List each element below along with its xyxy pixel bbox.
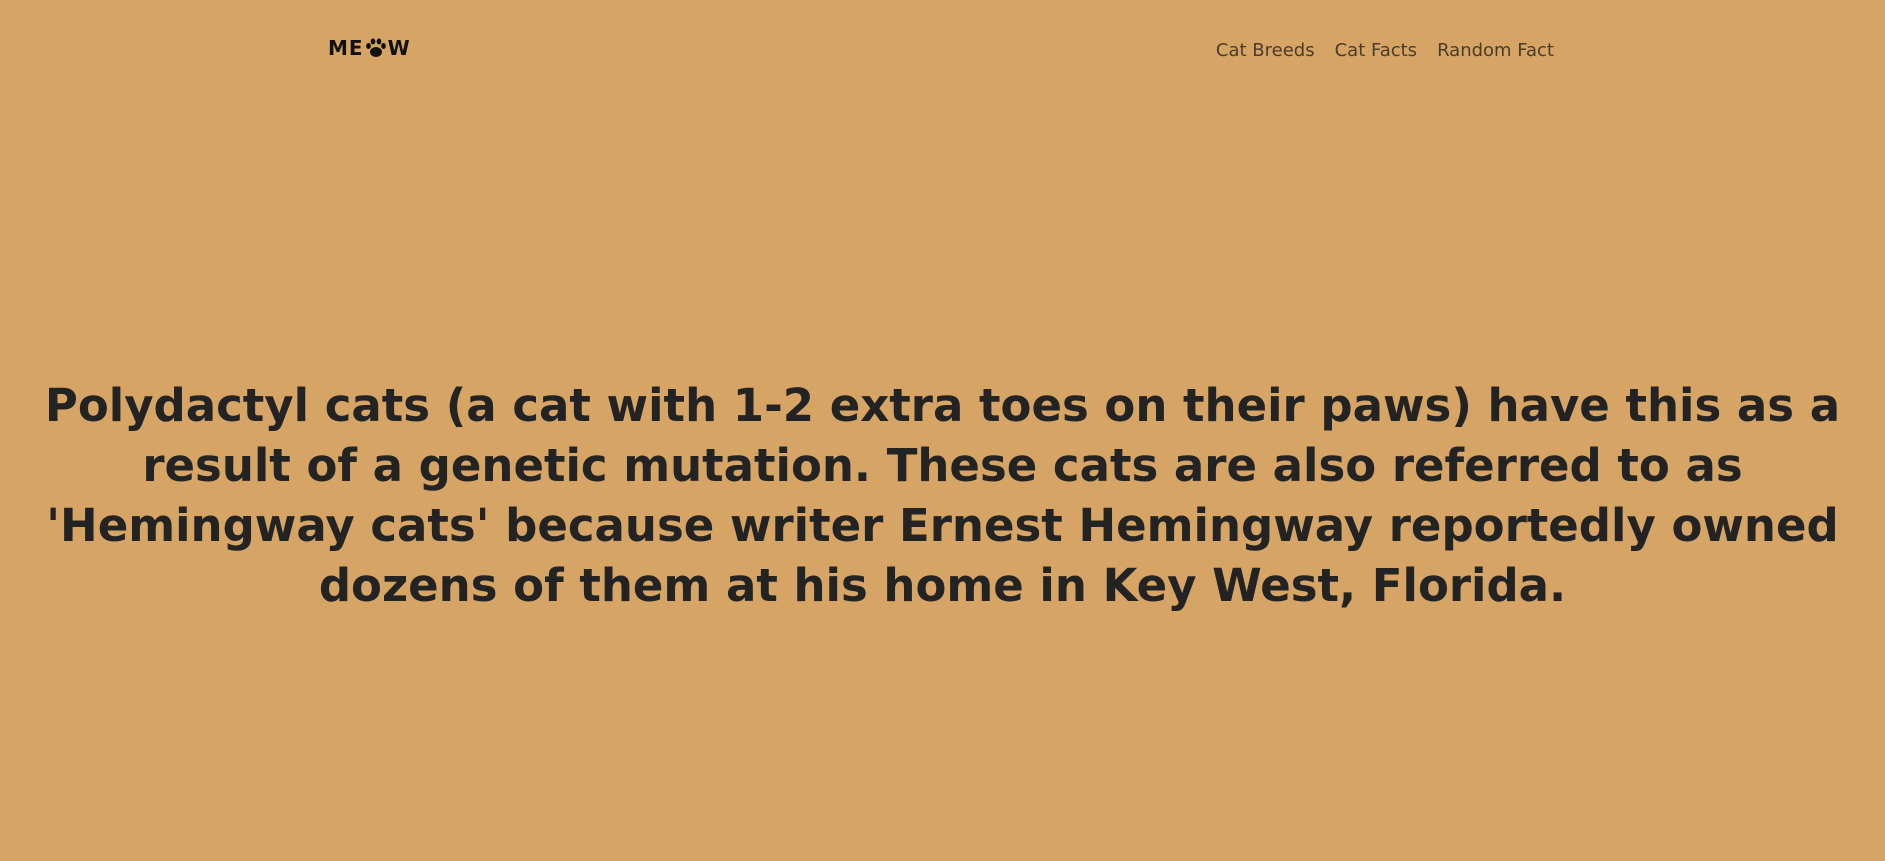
brand-logo[interactable]: ME W	[328, 36, 411, 60]
paw-print-icon	[365, 38, 387, 58]
cat-fact-text: Polydactyl cats (a cat with 1-2 extra to…	[44, 379, 1841, 612]
nav-link-cat-breeds[interactable]: Cat Breeds	[1216, 40, 1315, 61]
main-nav: Cat Breeds Cat Facts Random Fact	[1216, 36, 1554, 64]
logo-text-right: W	[387, 36, 411, 60]
logo-text-left: ME	[328, 36, 364, 60]
nav-link-cat-facts[interactable]: Cat Facts	[1335, 40, 1417, 61]
top-navbar: ME W Cat Breeds Cat Facts Random Fact	[0, 0, 1885, 100]
nav-link-random-fact[interactable]: Random Fact	[1437, 40, 1554, 61]
